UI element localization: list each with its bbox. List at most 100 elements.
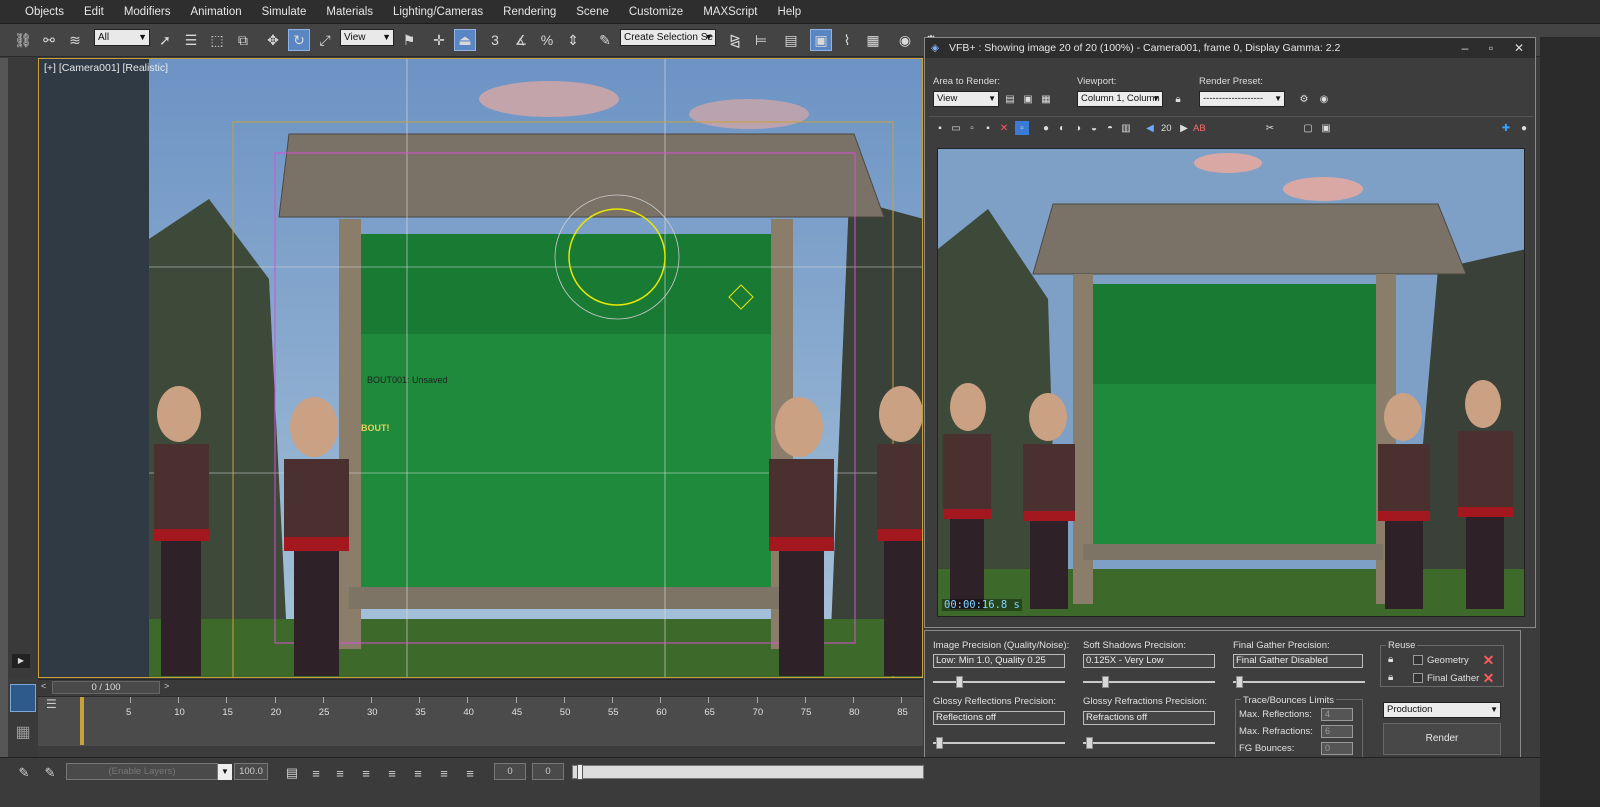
previous-image-icon[interactable]: ◀ [1143, 121, 1157, 135]
production-preset-dropdown[interactable]: Production ▼ [1383, 702, 1501, 718]
angle-snap-icon[interactable]: ∡ [510, 29, 532, 51]
camera-viewport[interactable]: [+] [Camera001] [Realistic] BOUT001: Uns… [38, 58, 923, 678]
clear-final-gather-icon[interactable]: ✕ [1482, 671, 1495, 685]
rgb-channel-icon[interactable]: ● [1039, 121, 1053, 135]
rotate-icon[interactable]: ↻ [288, 29, 310, 51]
menu-rendering[interactable]: Rendering [492, 0, 565, 24]
move-icon[interactable]: ✥ [262, 29, 284, 51]
curve-editor-icon[interactable]: ⌇ [836, 29, 858, 51]
ab-compare-toggle[interactable]: AB [1193, 123, 1206, 134]
glossy-reflections-slider[interactable] [933, 737, 1065, 749]
menu-lighting-cameras[interactable]: Lighting/Cameras [382, 0, 492, 24]
open-folder-icon[interactable]: ▭ [949, 121, 963, 135]
menu-materials[interactable]: Materials [315, 0, 382, 24]
select-manipulate-icon[interactable]: ✛ [428, 29, 450, 51]
final-gather-slider[interactable] [1233, 676, 1365, 688]
layout-grid-icon[interactable]: ▦ [10, 722, 36, 750]
reference-coordinate-dropdown[interactable]: View ▼ [340, 29, 394, 46]
glossy-refractions-field[interactable]: Refractions off [1083, 711, 1215, 725]
percent-snap-icon[interactable]: % [536, 29, 558, 51]
layers-dropdown[interactable]: (Enable Layers) [66, 763, 218, 780]
lock-icon[interactable]: 🔒︎ [1388, 672, 1393, 683]
layer-properties-icon[interactable]: ▤ [282, 763, 302, 783]
layer-delete-icon[interactable]: ≡ [330, 763, 350, 783]
menu-maxscript[interactable]: MAXScript [692, 0, 766, 24]
alpha-channel-icon[interactable]: ◓ [1103, 121, 1117, 135]
final-gather-checkbox[interactable] [1413, 673, 1423, 683]
menu-modifiers[interactable]: Modifiers [113, 0, 180, 24]
window-crossing-icon[interactable]: ⧉ [232, 29, 254, 51]
geometry-checkbox[interactable] [1413, 655, 1423, 665]
layer-list-icon[interactable]: ≡ [306, 763, 326, 783]
layer-color-icon[interactable]: ≡ [460, 763, 480, 783]
view-single-icon[interactable]: ▢ [1301, 121, 1315, 135]
soft-shadows-slider[interactable] [1083, 676, 1215, 688]
rectangular-selection-icon[interactable]: ⬚ [206, 29, 228, 51]
layer-icon[interactable]: ✎ [14, 763, 34, 783]
clone-icon[interactable]: ▪ [981, 121, 995, 135]
menu-customize[interactable]: Customize [618, 0, 692, 24]
final-gather-field[interactable]: Final Gather Disabled [1233, 654, 1363, 668]
selection-filter-dropdown[interactable]: All ▼ [94, 29, 150, 46]
playback-slider-thumb[interactable] [577, 764, 583, 780]
layer-select-icon[interactable]: ≡ [408, 763, 428, 783]
pivot-center-icon[interactable]: ⚑ [398, 29, 420, 51]
image-precision-slider[interactable] [933, 676, 1065, 688]
save-image-icon[interactable]: ▪ [933, 121, 947, 135]
blue-channel-icon[interactable]: ◒ [1087, 121, 1101, 135]
soft-shadows-field[interactable]: 0.125X - Very Low [1083, 654, 1215, 668]
material-editor-icon[interactable]: ◉ [894, 29, 916, 51]
spinner-snap-icon[interactable]: ⇕ [562, 29, 584, 51]
auto-region-icon[interactable]: ▣ [1021, 92, 1035, 106]
menu-animation[interactable]: Animation [179, 0, 250, 24]
viewport-dropdown[interactable]: Column 1, Column ▼ [1077, 91, 1163, 107]
prev-frame-icon[interactable]: < [41, 681, 46, 691]
layer-hide-icon[interactable]: ≡ [382, 763, 402, 783]
print-icon[interactable]: ▫ [1015, 121, 1029, 135]
mirror-icon[interactable]: ⧎ [724, 29, 746, 51]
menu-help[interactable]: Help [767, 0, 811, 24]
menu-scene[interactable]: Scene [565, 0, 618, 24]
max-refractions-spinner[interactable]: 6 [1321, 725, 1353, 738]
red-channel-icon[interactable]: ◐ [1055, 121, 1069, 135]
layer-add-icon[interactable]: ✎ [40, 763, 60, 783]
menu-objects[interactable]: Objects [0, 0, 73, 24]
clear-icon[interactable]: ✕ [997, 121, 1011, 135]
layer-freeze-icon[interactable]: ≡ [356, 763, 376, 783]
lock-icon[interactable]: 🔒︎ [1388, 654, 1393, 665]
named-selection-dropdown[interactable]: Create Selection Se ▼ [620, 29, 716, 46]
spinner-b[interactable]: 0 [532, 763, 564, 780]
scene-explorer-icon[interactable]: ▣ [810, 29, 832, 51]
render-setup-icon[interactable]: ⚙ [1297, 92, 1311, 106]
add-icon[interactable]: ✚ [1499, 121, 1513, 135]
maximize-icon[interactable]: ▫ [1479, 38, 1503, 58]
layer-render-icon[interactable]: ≡ [434, 763, 454, 783]
viewport-layout-icon[interactable] [10, 684, 36, 712]
options-icon[interactable]: ● [1517, 121, 1531, 135]
viewport-label[interactable]: [+] [Camera001] [Realistic] [44, 62, 168, 74]
render-button[interactable]: Render [1383, 723, 1501, 755]
glossy-refractions-slider[interactable] [1083, 737, 1215, 749]
named-selection-icon[interactable]: ✎ [594, 29, 616, 51]
slider-knob[interactable] [935, 737, 943, 749]
next-image-icon[interactable]: ▶ [1177, 121, 1191, 135]
play-icon[interactable]: ▶ [12, 654, 30, 668]
max-reflections-spinner[interactable]: 4 [1321, 708, 1353, 721]
slider-knob[interactable] [1085, 737, 1093, 749]
track-bar-menu-icon[interactable]: ☰ [46, 697, 66, 717]
green-channel-icon[interactable]: ◑ [1071, 121, 1085, 135]
close-icon[interactable]: ✕ [1507, 38, 1531, 58]
select-by-name-icon[interactable]: ☰ [180, 29, 202, 51]
fg-bounces-spinner[interactable]: 0 [1321, 742, 1353, 755]
copy-image-icon[interactable]: ▫ [965, 121, 979, 135]
schematic-view-icon[interactable]: ▦ [862, 29, 884, 51]
track-bar[interactable]: 5 10 15 20 25 30 35 40 45 50 55 60 65 70 75 80 85 [38, 696, 923, 746]
menu-simulate[interactable]: Simulate [251, 0, 316, 24]
time-slider[interactable]: < 0 / 100 > [38, 679, 923, 695]
glossy-reflections-field[interactable]: Reflections off [933, 711, 1065, 725]
bind-space-warp-icon[interactable]: ≋ [64, 29, 86, 51]
clear-geometry-icon[interactable]: ✕ [1482, 653, 1495, 667]
lock-icon[interactable]: 🔒︎ [1171, 92, 1185, 106]
mono-icon[interactable]: ▥ [1119, 121, 1133, 135]
vfb-title-bar[interactable]: ◈ VFB+ : Showing image 20 of 20 (100%) -… [925, 38, 1535, 58]
